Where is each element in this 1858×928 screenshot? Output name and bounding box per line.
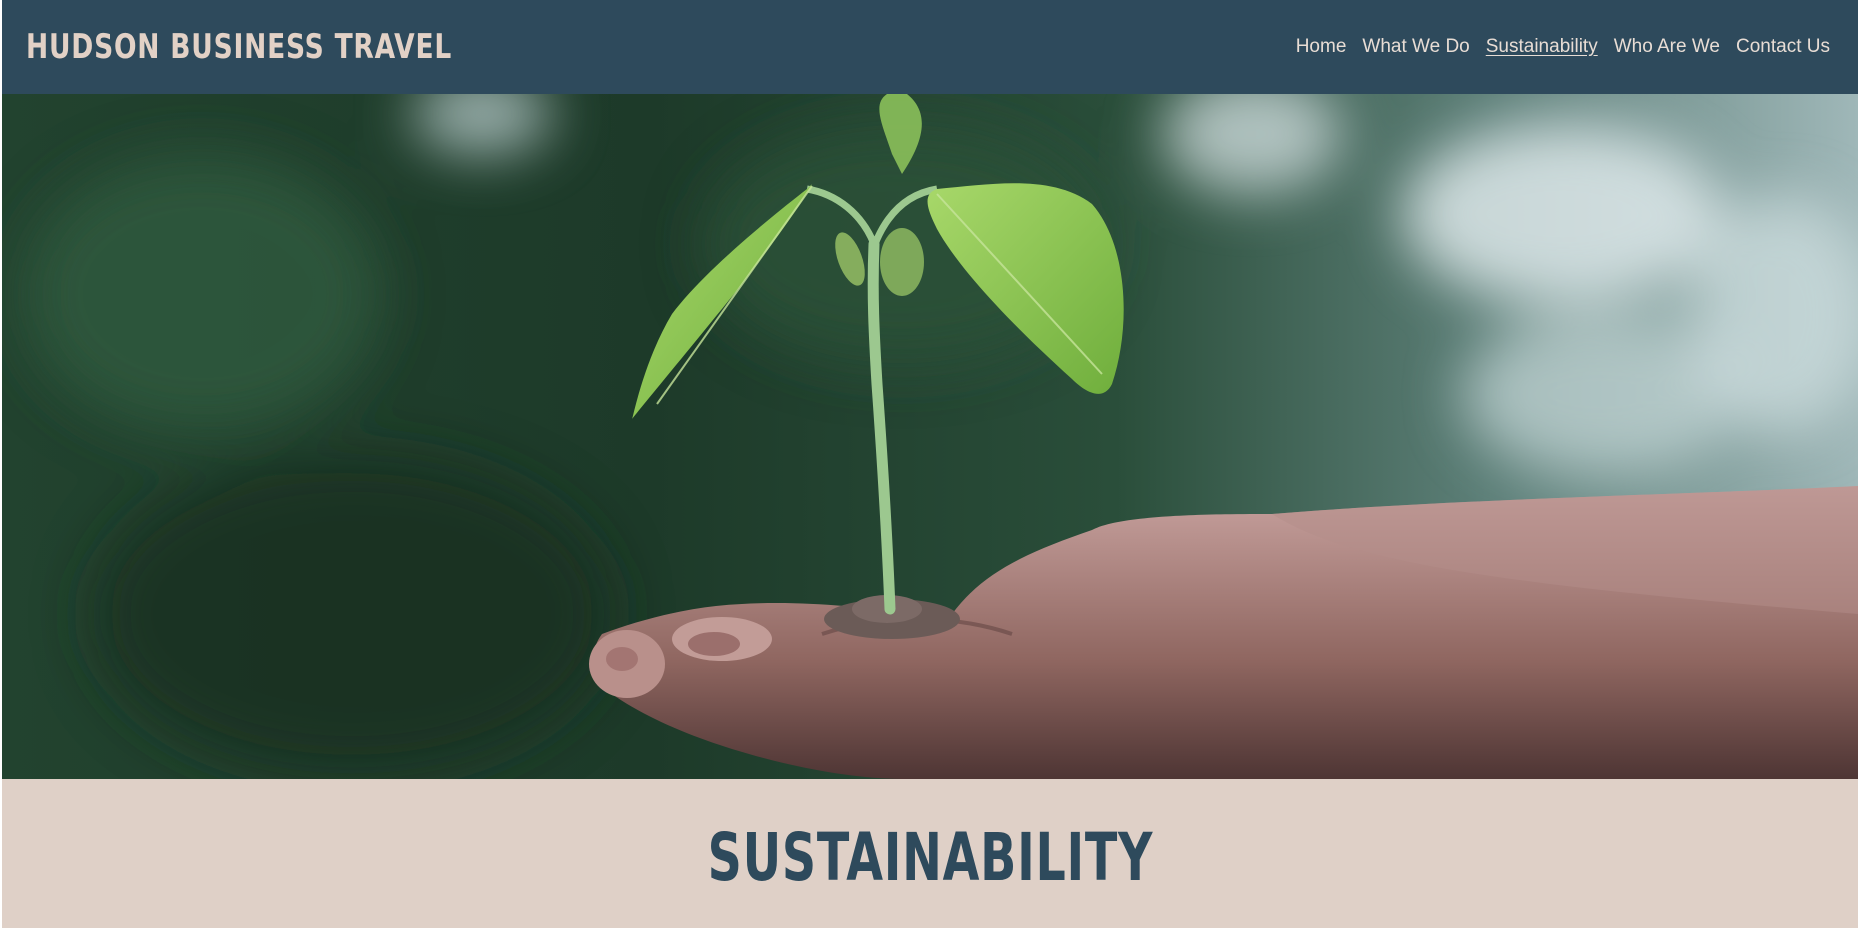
main-nav: Home What We Do Sustainability Who Are W… [1296,36,1830,58]
nav-link-contact-us[interactable]: Contact Us [1736,36,1830,58]
sustainability-section: SUSTAINABILITY [2,779,1858,928]
nav-link-who-are-we[interactable]: Who Are We [1614,36,1720,58]
nav-link-sustainability[interactable]: Sustainability [1486,36,1598,58]
nav-link-home[interactable]: Home [1296,36,1347,58]
hero-image [2,94,1858,779]
site-logo-text[interactable]: HUDSON BUSINESS TRAVEL [26,27,452,67]
page: HUDSON BUSINESS TRAVEL Home What We Do S… [2,0,1858,928]
seedling-in-hand-illustration [2,94,1858,779]
nav-link-what-we-do[interactable]: What We Do [1362,36,1469,58]
site-header: HUDSON BUSINESS TRAVEL Home What We Do S… [2,0,1858,94]
section-title: SUSTAINABILITY [707,819,1153,896]
